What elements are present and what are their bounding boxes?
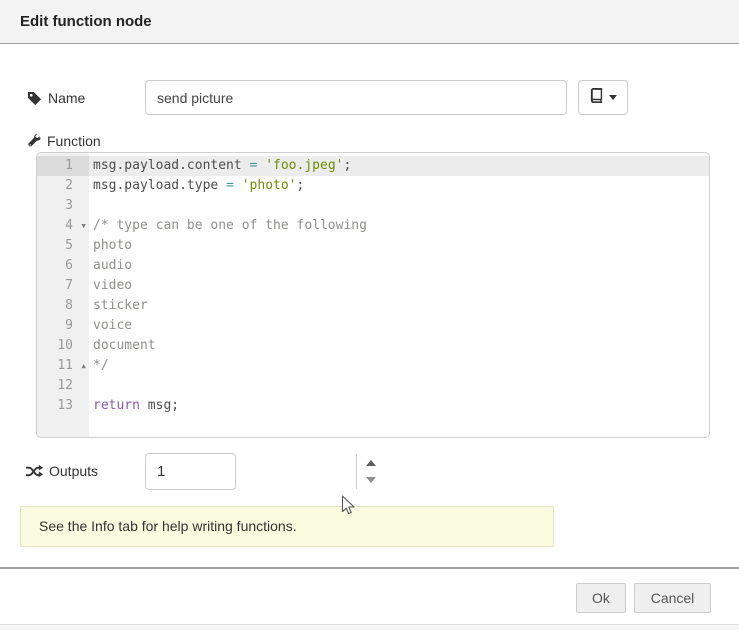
line-number: 7 — [37, 276, 89, 296]
code-line[interactable]: 9voice — [37, 316, 709, 336]
outputs-field-label: Outputs — [26, 462, 98, 480]
outputs-input[interactable] — [146, 454, 356, 489]
arrow-down-icon — [366, 477, 376, 483]
code-line[interactable]: 3 — [37, 196, 709, 216]
code-line[interactable]: 13return msg; — [37, 396, 709, 416]
dialog-header: Edit function node — [0, 0, 739, 44]
line-number: 5 — [37, 236, 89, 256]
name-field-label: Name — [27, 89, 85, 107]
workspace-edge — [0, 624, 739, 630]
code-text: audio — [89, 256, 709, 276]
code-text — [89, 196, 709, 216]
code-line[interactable]: 12 — [37, 376, 709, 396]
code-line[interactable]: 8sticker — [37, 296, 709, 316]
name-label-text: Name — [48, 90, 85, 106]
line-number: 12 — [37, 376, 89, 396]
shuffle-icon — [26, 464, 43, 478]
outputs-label-text: Outputs — [49, 463, 98, 479]
dialog-title: Edit function node — [20, 0, 152, 43]
book-icon — [589, 88, 604, 108]
code-text: /* type can be one of the following — [89, 216, 709, 236]
spinner-buttons — [356, 454, 385, 489]
line-number: 3 — [37, 196, 89, 216]
code-line[interactable]: 6audio — [37, 256, 709, 276]
arrow-up-icon — [366, 460, 376, 466]
spinner-up-button[interactable] — [357, 454, 385, 472]
code-text: */ — [89, 356, 709, 376]
line-number: 11▴ — [37, 356, 89, 376]
code-text — [89, 376, 709, 396]
code-line[interactable]: 7video — [37, 276, 709, 296]
code-text: sticker — [89, 296, 709, 316]
fold-open-icon[interactable]: ▾ — [80, 216, 87, 236]
fold-close-icon[interactable]: ▴ — [80, 356, 87, 376]
code-line[interactable]: 11▴*/ — [37, 356, 709, 376]
cancel-button[interactable]: Cancel — [634, 583, 711, 613]
tag-icon — [27, 91, 42, 106]
code-text: photo — [89, 236, 709, 256]
spinner-down-button[interactable] — [357, 472, 385, 490]
line-number: 8 — [37, 296, 89, 316]
caret-down-icon — [609, 95, 617, 100]
tip-text: See the Info tab for help writing functi… — [39, 518, 297, 534]
line-number: 4▾ — [37, 216, 89, 236]
function-code-editor[interactable]: 1msg.payload.content = 'foo.jpeg';2msg.p… — [36, 152, 710, 438]
ok-button[interactable]: Ok — [576, 583, 626, 613]
form-tip: See the Info tab for help writing functi… — [20, 506, 554, 547]
code-line[interactable]: 2msg.payload.type = 'photo'; — [37, 176, 709, 196]
function-field-label: Function — [27, 132, 101, 150]
name-input[interactable] — [145, 80, 567, 115]
outputs-spinner — [145, 453, 236, 490]
code-line[interactable]: 10document — [37, 336, 709, 356]
code-line[interactable]: 4▾/* type can be one of the following — [37, 216, 709, 236]
code-line[interactable]: 5photo — [37, 236, 709, 256]
code-text: msg.payload.type = 'photo'; — [89, 176, 709, 196]
footer-divider — [0, 567, 739, 569]
edit-function-node-dialog: Edit function node Name Function 1msg.pa… — [0, 0, 739, 630]
code-text: voice — [89, 316, 709, 336]
line-number: 10 — [37, 336, 89, 356]
code-text: return msg; — [89, 396, 709, 416]
library-menu-button[interactable] — [578, 80, 628, 115]
line-number: 9 — [37, 316, 89, 336]
wrench-icon — [27, 134, 41, 148]
line-number: 2 — [37, 176, 89, 196]
code-text: document — [89, 336, 709, 356]
code-line[interactable]: 1msg.payload.content = 'foo.jpeg'; — [37, 156, 709, 176]
code-lines: 1msg.payload.content = 'foo.jpeg';2msg.p… — [37, 156, 709, 416]
line-number: 1 — [37, 156, 89, 176]
code-text: video — [89, 276, 709, 296]
code-text: msg.payload.content = 'foo.jpeg'; — [89, 156, 709, 176]
line-number: 13 — [37, 396, 89, 416]
line-number: 6 — [37, 256, 89, 276]
function-label-text: Function — [47, 133, 101, 149]
